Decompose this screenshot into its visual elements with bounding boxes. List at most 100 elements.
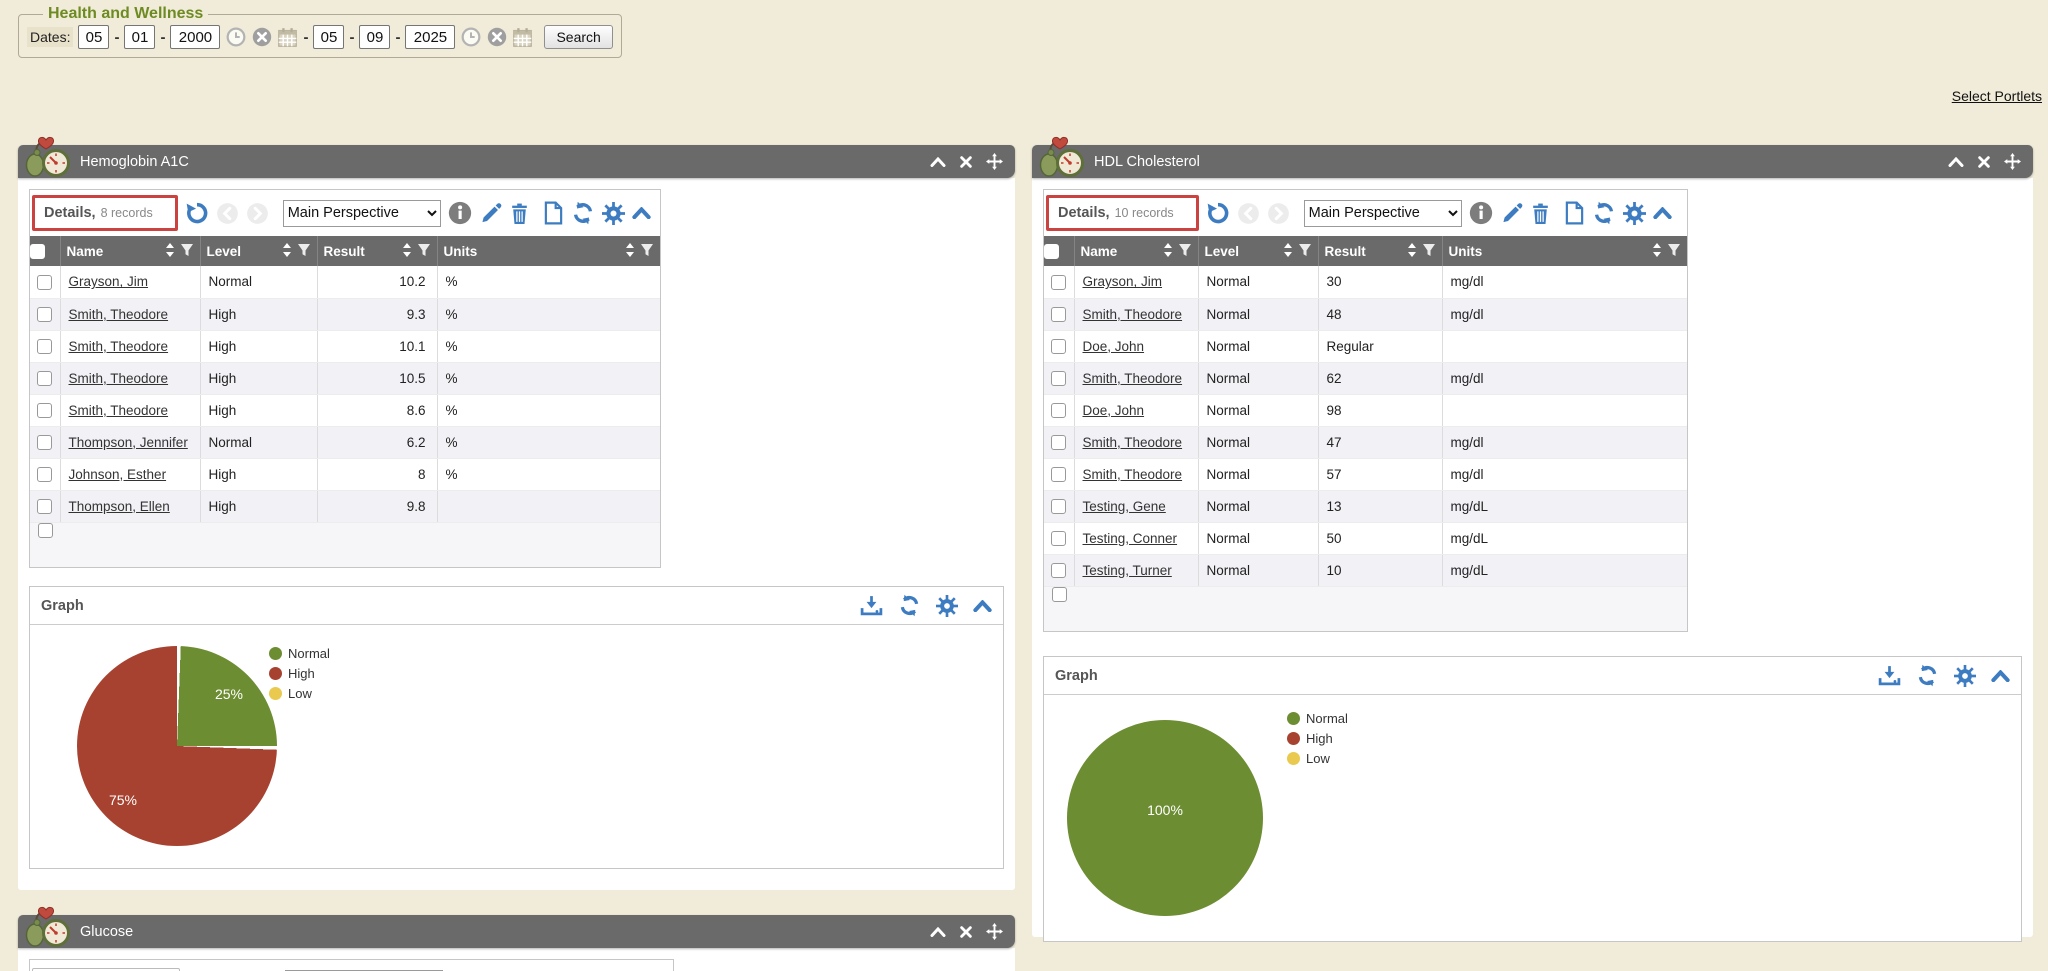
from-day-input[interactable] (124, 25, 155, 49)
close-portlet-icon[interactable] (1977, 155, 1991, 169)
to-clear-icon[interactable] (486, 27, 507, 48)
filter-icon[interactable] (1422, 243, 1436, 260)
new-record-icon[interactable] (543, 201, 564, 225)
collapse-section-icon[interactable] (1653, 207, 1672, 219)
collapse-portlet-icon[interactable] (930, 157, 946, 167)
next-icon[interactable] (1267, 202, 1290, 225)
row-checkbox[interactable] (37, 371, 52, 386)
patient-name-link[interactable]: Smith, Theodore (69, 307, 169, 322)
sort-icon[interactable] (1283, 242, 1293, 261)
from-calendar-icon[interactable] (277, 27, 298, 48)
row-checkbox[interactable] (1051, 307, 1066, 322)
settings-gear-icon[interactable] (936, 595, 958, 617)
row-checkbox[interactable] (1051, 563, 1066, 578)
new-record-icon[interactable] (1564, 201, 1585, 225)
to-time-icon[interactable] (460, 27, 481, 48)
patient-name-link[interactable]: Testing, Gene (1083, 499, 1166, 514)
from-time-icon[interactable] (225, 27, 246, 48)
sort-icon[interactable] (282, 242, 292, 261)
close-portlet-icon[interactable] (959, 155, 973, 169)
row-checkbox[interactable] (37, 499, 52, 514)
collapse-section-icon[interactable] (973, 600, 992, 612)
perspective-select[interactable]: Main Perspective (283, 200, 441, 227)
patient-name-link[interactable]: Smith, Theodore (1083, 435, 1183, 450)
row-checkbox[interactable] (37, 467, 52, 482)
patient-name-link[interactable]: Grayson, Jim (69, 274, 149, 289)
previous-icon[interactable] (216, 202, 239, 225)
settings-gear-icon[interactable] (602, 202, 625, 225)
download-icon[interactable] (860, 595, 883, 616)
settings-gear-icon[interactable] (1954, 665, 1976, 687)
row-checkbox[interactable] (1051, 339, 1066, 354)
row-checkbox[interactable] (37, 403, 52, 418)
patient-name-link[interactable]: Testing, Turner (1083, 563, 1172, 578)
move-portlet-icon[interactable] (2004, 153, 2021, 170)
patient-name-link[interactable]: Smith, Theodore (1083, 307, 1183, 322)
search-button[interactable]: Search (544, 25, 612, 49)
patient-name-link[interactable]: Smith, Theodore (69, 339, 169, 354)
select-all-checkbox[interactable] (1044, 244, 1059, 259)
row-checkbox[interactable] (1052, 587, 1067, 602)
collapse-portlet-icon[interactable] (1948, 157, 1964, 167)
patient-name-link[interactable]: Doe, John (1083, 339, 1145, 354)
undo-icon[interactable] (185, 201, 209, 225)
close-portlet-icon[interactable] (959, 925, 973, 939)
sort-icon[interactable] (402, 242, 412, 261)
row-checkbox[interactable] (1051, 403, 1066, 418)
patient-name-link[interactable]: Thompson, Ellen (69, 499, 170, 514)
sort-icon[interactable] (165, 242, 175, 261)
filter-icon[interactable] (180, 243, 194, 260)
refresh-icon[interactable] (1916, 664, 1939, 687)
select-all-checkbox[interactable] (30, 244, 45, 259)
refresh-icon[interactable] (898, 594, 921, 617)
collapse-section-icon[interactable] (632, 207, 651, 219)
delete-icon[interactable] (1530, 202, 1551, 225)
row-checkbox[interactable] (38, 523, 53, 538)
filter-icon[interactable] (297, 243, 311, 260)
info-icon[interactable] (1469, 201, 1493, 225)
patient-name-link[interactable]: Johnson, Esther (69, 467, 167, 482)
filter-icon[interactable] (1178, 243, 1192, 260)
from-year-input[interactable] (170, 25, 220, 49)
settings-gear-icon[interactable] (1623, 202, 1646, 225)
edit-icon[interactable] (1500, 202, 1523, 225)
row-checkbox[interactable] (37, 435, 52, 450)
row-checkbox[interactable] (1051, 435, 1066, 450)
undo-icon[interactable] (1206, 201, 1230, 225)
sort-icon[interactable] (1652, 242, 1662, 261)
patient-name-link[interactable]: Smith, Theodore (1083, 467, 1183, 482)
row-checkbox[interactable] (37, 275, 52, 290)
refresh-icon[interactable] (1592, 201, 1616, 225)
to-year-input[interactable] (405, 25, 455, 49)
sort-icon[interactable] (1407, 242, 1417, 261)
move-portlet-icon[interactable] (986, 923, 1003, 940)
delete-icon[interactable] (509, 202, 530, 225)
to-day-input[interactable] (359, 25, 390, 49)
filter-icon[interactable] (1298, 243, 1312, 260)
patient-name-link[interactable]: Testing, Conner (1083, 531, 1178, 546)
sort-icon[interactable] (1163, 242, 1173, 261)
perspective-select[interactable]: Main Perspective (1304, 200, 1462, 227)
filter-icon[interactable] (640, 243, 654, 260)
select-portlets-link[interactable]: Select Portlets (1952, 88, 2042, 104)
collapse-section-icon[interactable] (1991, 670, 2010, 682)
from-month-input[interactable] (78, 25, 109, 49)
patient-name-link[interactable]: Smith, Theodore (69, 371, 169, 386)
row-checkbox[interactable] (1051, 531, 1066, 546)
move-portlet-icon[interactable] (986, 153, 1003, 170)
info-icon[interactable] (448, 201, 472, 225)
row-checkbox[interactable] (37, 339, 52, 354)
previous-icon[interactable] (1237, 202, 1260, 225)
filter-icon[interactable] (417, 243, 431, 260)
to-month-input[interactable] (313, 25, 344, 49)
patient-name-link[interactable]: Smith, Theodore (69, 403, 169, 418)
refresh-icon[interactable] (571, 201, 595, 225)
patient-name-link[interactable]: Grayson, Jim (1083, 274, 1163, 289)
patient-name-link[interactable]: Thompson, Jennifer (69, 435, 188, 450)
edit-icon[interactable] (479, 202, 502, 225)
row-checkbox[interactable] (1051, 275, 1066, 290)
from-clear-icon[interactable] (251, 27, 272, 48)
collapse-portlet-icon[interactable] (930, 927, 946, 937)
patient-name-link[interactable]: Doe, John (1083, 403, 1145, 418)
next-icon[interactable] (246, 202, 269, 225)
